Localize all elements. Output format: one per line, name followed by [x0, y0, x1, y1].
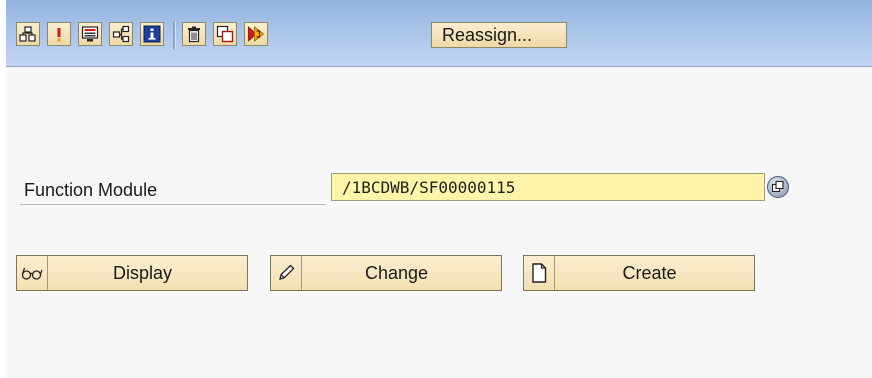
copy-button[interactable]	[213, 22, 237, 46]
label-underline	[20, 204, 326, 205]
function-module-label: Function Module	[24, 180, 158, 200]
change-label: Change	[364, 262, 429, 283]
create-button[interactable]: Create	[523, 255, 755, 291]
delete-button[interactable]	[182, 22, 206, 46]
execute-button[interactable]	[244, 22, 268, 46]
glasses-icon	[17, 256, 48, 290]
execute-icon	[248, 26, 265, 42]
screen-layout-icon	[81, 26, 99, 42]
trash-icon	[188, 26, 200, 43]
transport-icon	[112, 25, 130, 43]
change-button[interactable]: Change	[270, 255, 502, 291]
value-help-button[interactable]	[767, 176, 789, 198]
hierarchy-icon	[19, 26, 36, 42]
exclamation-button[interactable]	[47, 22, 71, 46]
value-help-icon	[771, 180, 784, 193]
display-label: Display	[112, 262, 173, 283]
exclamation-icon	[57, 28, 61, 42]
function-module-input[interactable]	[331, 173, 765, 201]
info-button[interactable]	[140, 22, 164, 46]
main-frame: Reassign... Function Module Display	[6, 0, 872, 378]
info-icon	[143, 25, 161, 43]
toolbar-separator	[173, 21, 176, 49]
reassign-button[interactable]: Reassign...	[431, 22, 567, 48]
create-label: Create	[622, 262, 677, 283]
screen-layout-button[interactable]	[78, 22, 102, 46]
pencil-icon	[271, 256, 302, 290]
new-document-icon	[524, 256, 555, 290]
hierarchy-button[interactable]	[16, 22, 40, 46]
application-toolbar: Reassign...	[6, 0, 872, 67]
copy-icon	[216, 25, 234, 43]
display-button[interactable]: Display	[16, 255, 248, 291]
transport-button[interactable]	[109, 22, 133, 46]
